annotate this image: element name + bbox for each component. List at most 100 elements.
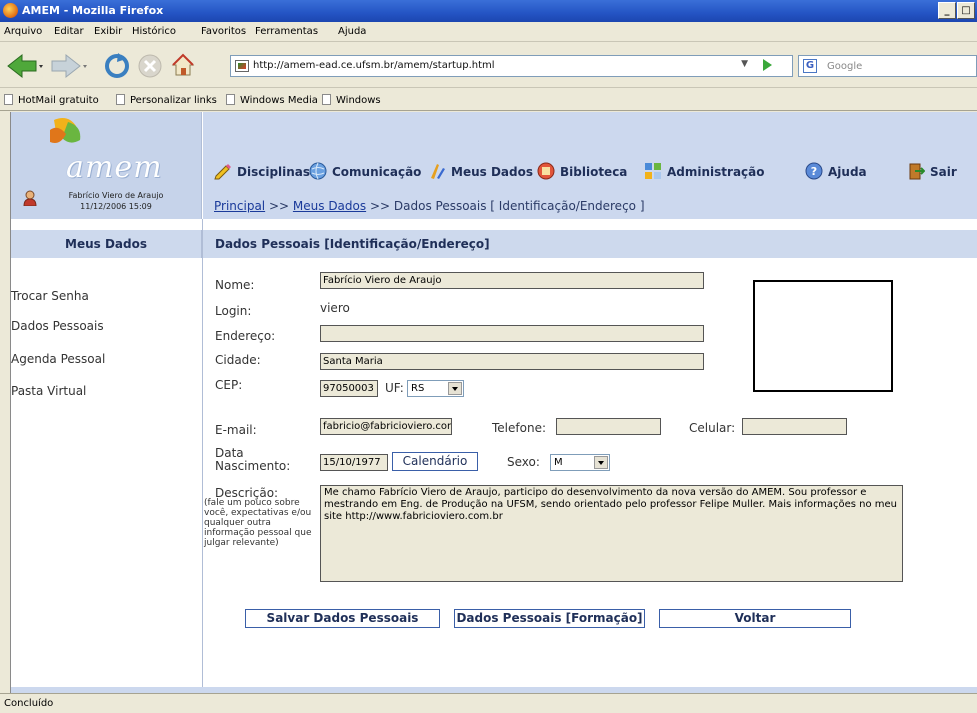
bookmark-windows[interactable]: Windows [322,94,381,106]
menu-bar: Arquivo Editar Exibir Histórico Favorito… [0,22,977,42]
breadcrumb: Principal >> Meus Dados >> Dados Pessoai… [214,199,645,213]
calendario-button[interactable]: Calendário [392,452,478,471]
descricao-textarea[interactable]: Me chamo Fabrício Viero de Araujo, parti… [320,485,903,582]
menu-arquivo[interactable]: Arquivo [4,26,42,37]
app-header: Disciplinas Comunicação Meus Dados Bibli… [203,112,977,219]
svg-text:?: ? [811,165,817,178]
user-photo-frame [753,280,893,392]
menu-favoritos[interactable]: Favoritos [201,26,246,37]
page-icon [322,94,331,105]
breadcrumb-meus-dados[interactable]: Meus Dados [293,199,366,213]
uf-selected-value: RS [411,383,425,394]
maximize-button[interactable]: □ [957,2,975,19]
sexo-select[interactable]: M [550,454,610,471]
status-bar: Concluído [0,693,977,713]
cidade-field[interactable]: Santa Maria [320,353,704,370]
sidebar-item-trocar-senha[interactable]: Trocar Senha [11,289,89,303]
sidebar-title: Meus Dados [11,230,202,258]
stop-icon[interactable] [137,53,163,79]
amem-logo-icon [50,118,81,143]
nav-label: Biblioteca [560,165,628,179]
nav-label: Comunicação [332,165,422,179]
user-avatar-icon [23,190,37,206]
go-arrow-icon[interactable] [763,59,772,71]
login-label: Login: [215,304,252,318]
cep-field[interactable]: 97050003 [320,380,378,397]
window-titlebar: AMEM - Mozilla Firefox _ □ [0,0,977,22]
email-field[interactable]: fabricio@fabricioviero.com [320,418,452,435]
admin-icon [645,163,661,179]
uf-select[interactable]: RS [407,380,464,397]
chevron-down-icon [448,382,462,395]
sexo-label: Sexo: [507,455,540,469]
bookmark-label: Personalizar links [130,95,217,106]
login-value: viero [320,301,350,315]
bookmark-windows-media[interactable]: Windows Media [226,94,318,106]
globe-icon [309,162,327,180]
breadcrumb-separator: >> [369,199,391,213]
menu-ferramentas[interactable]: Ferramentas [255,26,318,37]
telefone-label: Telefone: [492,421,546,435]
sidebar-item-agenda-pessoal[interactable]: Agenda Pessoal [11,352,105,366]
nav-label: Administração [667,165,765,179]
breadcrumb-separator: >> [268,199,290,213]
nascimento-label-1: Data [215,446,244,460]
exit-icon [909,163,925,180]
bookmark-hotmail[interactable]: HotMail gratuito [4,94,99,106]
back-button[interactable] [6,53,46,79]
help-icon: ? [805,162,823,180]
nascimento-label-2: Nascimento: [215,459,291,473]
celular-field[interactable] [742,418,847,435]
sidebar-item-dados-pessoais[interactable]: Dados Pessoais [11,319,104,333]
home-icon[interactable] [170,52,196,78]
bookmark-label: Windows Media [240,95,318,106]
user-datetime: 11/12/2006 15:09 [80,202,152,211]
nascimento-field[interactable]: 15/10/1977 [320,454,388,471]
search-bar[interactable]: G Google [798,55,977,77]
sidebar-item-pasta-virtual[interactable]: Pasta Virtual [11,384,86,398]
bookmarks-toolbar: HotMail gratuito Personalizar links Wind… [0,89,977,111]
search-input[interactable]: Google [827,61,862,72]
nome-field[interactable]: Fabrício Viero de Araujo [320,272,704,289]
google-engine-icon[interactable]: G [803,59,817,73]
nav-label: Sair [930,165,957,179]
user-data-icon [431,164,445,179]
nome-label: Nome: [215,278,255,292]
reload-icon[interactable] [104,53,130,79]
voltar-button[interactable]: Voltar [659,609,851,628]
url-text[interactable]: http://amem-ead.ce.ufsm.br/amem/startup.… [253,60,495,71]
window-title: AMEM - Mozilla Firefox [22,4,164,17]
bookmark-personalizar[interactable]: Personalizar links [116,94,217,106]
menu-ajuda[interactable]: Ajuda [338,26,366,37]
url-dropdown-icon[interactable]: ▼ [741,59,748,69]
logo-header: amem Fabrício Viero de Araujo 11/12/2006… [11,112,202,219]
breadcrumb-principal[interactable]: Principal [214,199,265,213]
forward-button[interactable] [50,53,90,79]
nav-label: Ajuda [828,165,867,179]
form-title: Dados Pessoais [Identificação/Endereço] [203,230,977,258]
cidade-label: Cidade: [215,353,261,367]
sexo-selected-value: M [554,457,563,468]
chevron-down-icon [594,456,608,469]
menu-exibir[interactable]: Exibir [94,26,122,37]
breadcrumb-current: Dados Pessoais [ Identificação/Endereço … [393,199,645,213]
endereco-field[interactable] [320,325,704,342]
save-button[interactable]: Salvar Dados Pessoais [245,609,440,628]
menu-historico[interactable]: Histórico [132,26,176,37]
minimize-button[interactable]: _ [938,2,956,19]
descricao-hint: (fale um pouco sobre você, expectativas … [204,498,312,548]
menu-editar[interactable]: Editar [54,26,84,37]
library-icon [537,162,555,180]
bookmark-label: HotMail gratuito [18,95,99,106]
page-icon [226,94,235,105]
endereco-label: Endereço: [215,329,276,343]
telefone-field[interactable] [556,418,661,435]
pencil-icon [214,164,231,180]
user-name: Fabrício Viero de Araujo [68,191,164,200]
formacao-button[interactable]: Dados Pessoais [Formação] [454,609,645,628]
firefox-icon [3,3,18,18]
page-icon [116,94,125,105]
status-text: Concluído [4,698,54,709]
address-bar[interactable]: http://amem-ead.ce.ufsm.br/amem/startup.… [230,55,793,77]
celular-label: Celular: [689,421,736,435]
